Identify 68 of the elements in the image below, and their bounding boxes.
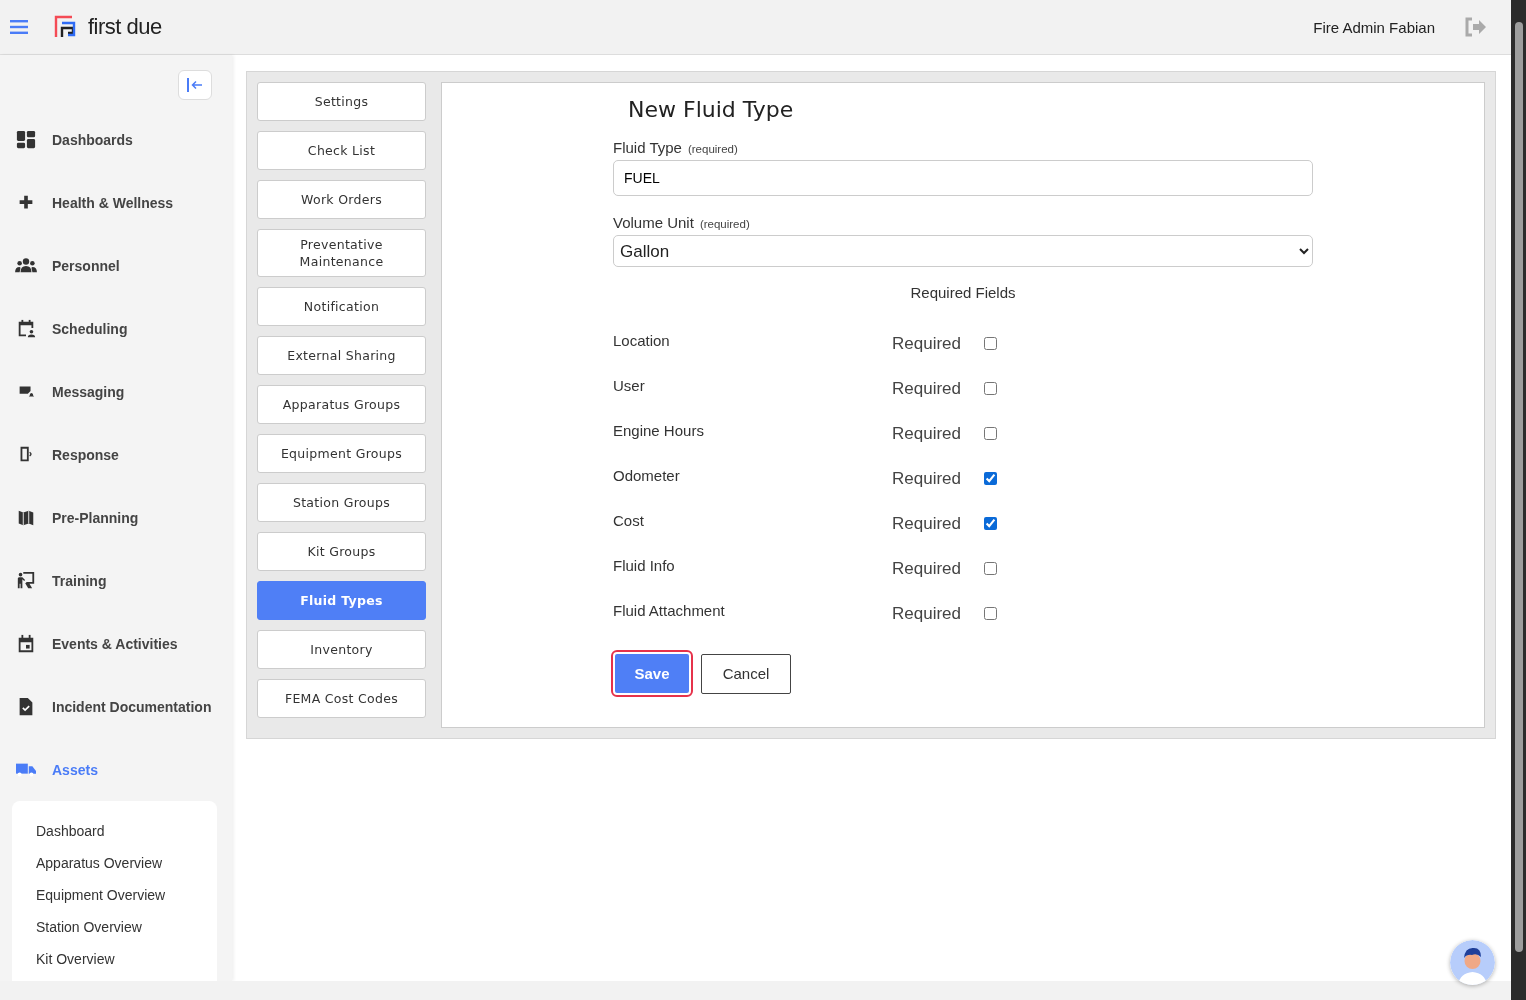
- checkbox-label: Required: [892, 603, 962, 624]
- required-checkbox[interactable]: [984, 517, 997, 530]
- brand-name: first due: [88, 14, 162, 40]
- settings-tab[interactable]: Equipment Groups: [257, 434, 426, 473]
- cancel-button[interactable]: Cancel: [701, 653, 791, 694]
- required-checkbox[interactable]: [984, 472, 997, 485]
- logo-icon: [54, 15, 78, 39]
- field-name: Odometer: [613, 467, 681, 484]
- required-checkbox[interactable]: [984, 562, 997, 575]
- sidebar-item[interactable]: Scheduling: [0, 297, 232, 360]
- checkbox-label: Required: [892, 333, 962, 354]
- settings-tab[interactable]: Apparatus Groups: [257, 385, 426, 424]
- settings-tab[interactable]: External Sharing: [257, 336, 426, 375]
- settings-tab[interactable]: Work Orders: [257, 180, 426, 219]
- submenu-item[interactable]: Station Overview: [36, 919, 217, 935]
- sidebar-item[interactable]: Events & Activities: [0, 612, 232, 675]
- field-name: Location: [613, 332, 671, 349]
- collapse-button[interactable]: [178, 70, 212, 100]
- sidebar-item[interactable]: Health & Wellness: [0, 171, 232, 234]
- settings-tab[interactable]: Station Groups: [257, 483, 426, 522]
- checkbox-label: Required: [892, 513, 962, 534]
- field-name: Fluid Info: [613, 557, 676, 574]
- settings-tab[interactable]: Preventative Maintenance: [257, 229, 426, 277]
- collapse-arrow-icon: [185, 77, 205, 93]
- required-checkbox[interactable]: [984, 337, 997, 350]
- settings-tab[interactable]: Kit Groups: [257, 532, 426, 571]
- scrollbar[interactable]: [1511, 0, 1526, 1000]
- required-checkbox[interactable]: [984, 427, 997, 440]
- field-name: Engine Hours: [613, 422, 705, 439]
- checkbox-label: Required: [892, 468, 962, 489]
- sidebar-item[interactable]: Dashboards: [0, 108, 232, 171]
- form-title: New Fluid Type: [628, 97, 795, 122]
- checkbox-label: Required: [892, 378, 962, 399]
- dashboard-grid-icon: [14, 129, 38, 150]
- section-heading: Required Fields: [910, 284, 1016, 301]
- settings-tab[interactable]: FEMA Cost Codes: [257, 679, 426, 718]
- required-hint: (required): [699, 218, 750, 230]
- volume-unit-dropdown[interactable]: Gallon: [613, 235, 1313, 267]
- submenu-item[interactable]: Equipment Overview: [36, 887, 217, 903]
- checkbox-label: Required: [892, 558, 962, 579]
- sidebar-item[interactable]: Response: [0, 423, 232, 486]
- settings-tab[interactable]: Settings: [257, 82, 426, 121]
- settings-tab[interactable]: Inventory: [257, 630, 426, 669]
- field-name: Cost: [613, 512, 645, 529]
- save-button[interactable]: Save: [613, 652, 691, 695]
- sidebar-item[interactable]: Pre-Planning: [0, 486, 232, 549]
- submenu-item[interactable]: Dashboard: [36, 823, 217, 839]
- settings-tab[interactable]: Fluid Types: [257, 581, 426, 620]
- fluid-type-field[interactable]: FUEL: [613, 160, 1313, 196]
- submenu-item[interactable]: Kit Overview: [36, 951, 217, 967]
- sidebar-item[interactable]: Personnel: [0, 234, 232, 297]
- sidebar-item[interactable]: Training: [0, 549, 232, 612]
- menu-icon: [10, 20, 28, 34]
- field-label: Fluid Type: [613, 139, 682, 156]
- settings-tab[interactable]: Check List: [257, 131, 426, 170]
- field-label: Volume Unit: [613, 214, 694, 231]
- checkbox-label: Required: [892, 423, 962, 444]
- sidebar-item[interactable]: Incident Documentation: [0, 675, 232, 738]
- field-name: User: [613, 377, 646, 394]
- sidebar-item[interactable]: Messaging: [0, 360, 232, 423]
- required-hint: (required): [687, 143, 738, 155]
- field-name: Fluid Attachment: [613, 602, 726, 619]
- required-checkbox[interactable]: [984, 382, 997, 395]
- user-name: Fire Admin Fabian: [1313, 18, 1435, 36]
- submenu-item[interactable]: Apparatus Overview: [36, 855, 217, 871]
- assistant-avatar[interactable]: [1450, 940, 1495, 985]
- required-checkbox[interactable]: [984, 607, 997, 620]
- settings-tab[interactable]: Notification: [257, 287, 426, 326]
